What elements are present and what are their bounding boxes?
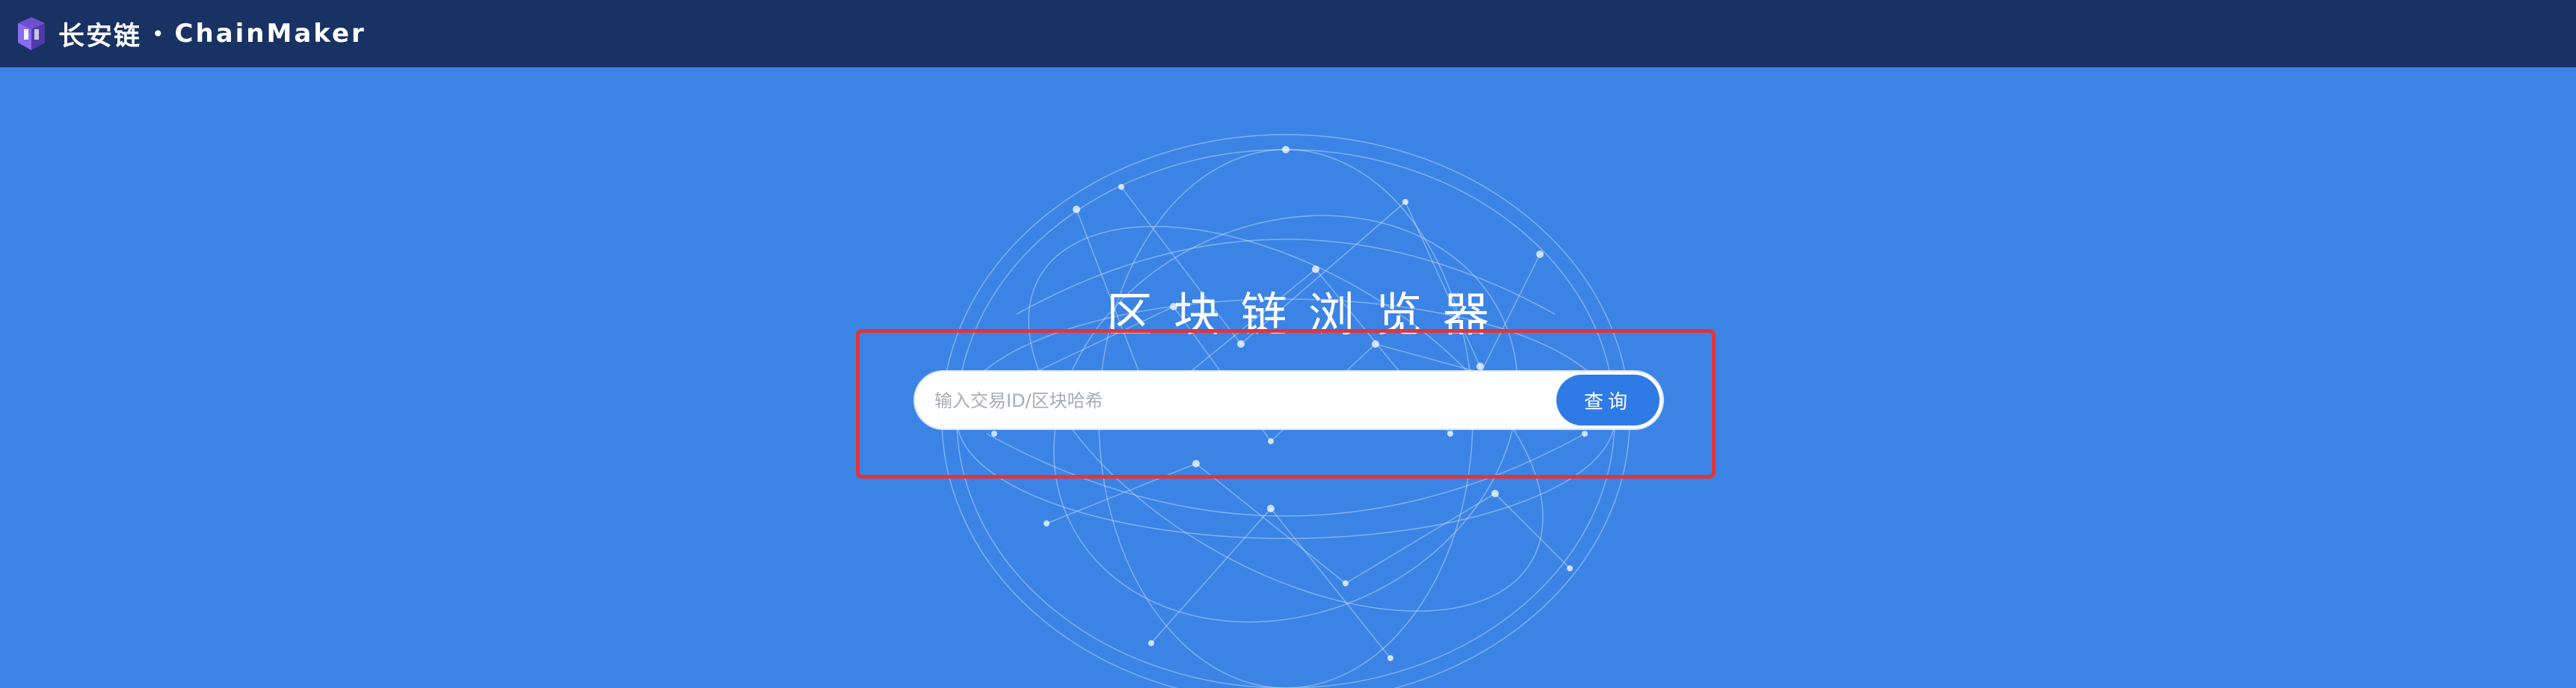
search-button[interactable]: 查询 [1556, 375, 1660, 426]
search-bar: 查询 [915, 372, 1663, 430]
cube-logo-icon [18, 17, 45, 50]
brand-name-en: ChainMaker [174, 19, 366, 49]
brand-name-cn: 长安链 [58, 21, 142, 52]
brand-logo[interactable]: 长安链 • ChainMaker [13, 10, 366, 57]
top-nav-bar: 长安链 • ChainMaker [0, 0, 2576, 67]
search-input[interactable] [933, 372, 1534, 430]
brand-separator: • [152, 21, 164, 46]
